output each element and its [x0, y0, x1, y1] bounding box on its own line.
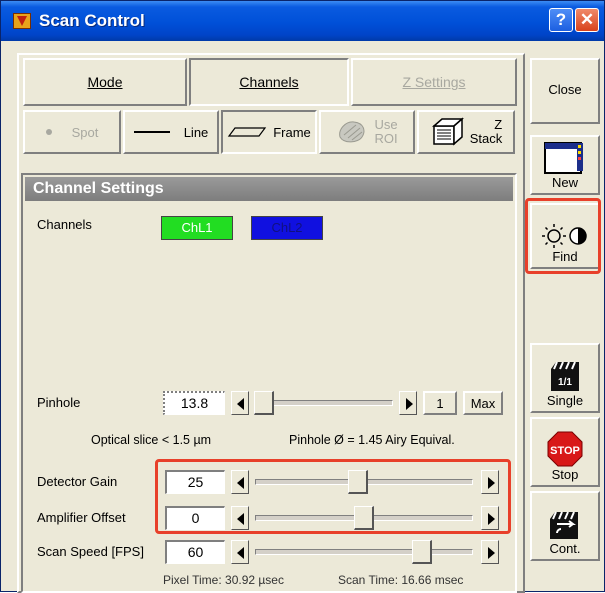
- detector-gain-decrease-arrow[interactable]: [231, 470, 249, 494]
- frame-button[interactable]: Frame: [221, 110, 317, 154]
- amplifier-offset-decrease-arrow[interactable]: [231, 506, 249, 530]
- scan-speed-label: Scan Speed [FPS]: [37, 544, 144, 559]
- amplifier-offset-slider-track[interactable]: [251, 506, 477, 530]
- scan-control-window: Scan Control ? ✕ Mode Channels Z Setting…: [0, 0, 605, 593]
- stop-sign-icon-text: STOP: [550, 445, 580, 457]
- window-title: Scan Control: [39, 11, 145, 30]
- cont-label: Cont.: [549, 541, 581, 556]
- brightness-contrast-icon: [542, 224, 587, 248]
- tab-mode-label: Mode: [87, 74, 123, 90]
- pinhole-slider-thumb[interactable]: [254, 391, 274, 415]
- detector-gain-slider-track[interactable]: [251, 470, 477, 494]
- use-roi-label: Use ROI: [374, 117, 398, 146]
- amplifier-offset-field[interactable]: 0: [165, 506, 225, 530]
- line-label: Line: [183, 124, 209, 140]
- window-close-button[interactable]: ✕: [575, 8, 599, 32]
- pinhole-increase-arrow[interactable]: [399, 391, 417, 415]
- single-scan-icon-text: 1/1: [558, 377, 572, 388]
- cont-button[interactable]: Cont.: [530, 491, 600, 561]
- pinhole-step-button[interactable]: 1: [423, 391, 457, 415]
- optical-slice-text: Optical slice < 1.5 µm: [91, 433, 212, 447]
- amplifier-offset-increase-arrow[interactable]: [481, 506, 499, 530]
- spot-button[interactable]: Spot: [23, 110, 121, 154]
- continuous-scan-icon: [550, 511, 578, 539]
- detector-gain-field[interactable]: 25: [165, 470, 225, 494]
- z-stack-button[interactable]: Z Stack: [417, 110, 515, 154]
- z-stack-icon: [431, 117, 464, 146]
- scan-speed-decrease-arrow[interactable]: [231, 540, 249, 564]
- find-label: Find: [552, 249, 578, 264]
- roi-icon: [339, 121, 365, 143]
- use-roi-button[interactable]: Use ROI: [319, 110, 415, 154]
- channel-button-chl2[interactable]: ChL2: [251, 216, 323, 240]
- pinhole-decrease-arrow[interactable]: [231, 391, 249, 415]
- detector-gain-slider-thumb[interactable]: [348, 470, 368, 494]
- scan-time-text: Scan Time: 16.66 msec: [338, 573, 464, 587]
- app-logo-icon: [13, 13, 31, 29]
- scan-speed-slider-thumb[interactable]: [412, 540, 432, 564]
- tab-channels-label: Channels: [239, 74, 299, 90]
- z-stack-label: Z Stack: [469, 117, 503, 146]
- new-button[interactable]: New: [530, 135, 600, 195]
- frame-icon: [228, 127, 267, 137]
- line-icon: [133, 131, 170, 133]
- channel-button-chl1[interactable]: ChL1: [161, 216, 233, 240]
- amplifier-offset-label: Amplifier Offset: [37, 510, 126, 525]
- close-label: Close: [548, 82, 582, 97]
- pinhole-label: Pinhole: [37, 395, 81, 410]
- stop-button[interactable]: STOP Stop: [530, 417, 600, 487]
- help-button[interactable]: ?: [549, 8, 573, 32]
- stop-sign-icon: STOP: [547, 431, 583, 467]
- tab-z-settings[interactable]: Z Settings: [351, 58, 517, 106]
- amplifier-offset-slider-thumb[interactable]: [354, 506, 374, 530]
- scan-speed-slider-track[interactable]: [251, 540, 477, 564]
- tab-channels[interactable]: Channels: [189, 58, 349, 106]
- pinhole-max-button[interactable]: Max: [463, 391, 503, 415]
- pinhole-slider-track[interactable]: [251, 391, 397, 415]
- find-button[interactable]: Find: [530, 203, 600, 269]
- scan-speed-field[interactable]: 60: [165, 540, 225, 564]
- line-button[interactable]: Line: [123, 110, 219, 154]
- detector-gain-label: Detector Gain: [37, 474, 118, 489]
- new-label: New: [551, 175, 578, 190]
- pixel-time-text: Pixel Time: 30.92 µsec: [163, 573, 284, 587]
- single-scan-icon: 1/1: [551, 361, 579, 391]
- spot-label: Spot: [71, 124, 99, 140]
- channels-label: Channels: [37, 217, 92, 232]
- channel-settings-header: Channel Settings: [25, 177, 513, 201]
- spot-icon: [45, 129, 52, 135]
- single-button[interactable]: 1/1 Single: [530, 343, 600, 413]
- new-image-icon: [544, 142, 583, 174]
- tab-mode[interactable]: Mode: [23, 58, 187, 106]
- pinhole-value-field[interactable]: 13.8: [163, 391, 225, 415]
- title-bar: Scan Control ? ✕: [1, 1, 604, 41]
- scan-speed-increase-arrow[interactable]: [481, 540, 499, 564]
- stop-label: Stop: [551, 467, 579, 482]
- tab-z-settings-label: Z Settings: [402, 74, 466, 90]
- pinhole-diameter-text: Pinhole Ø = 1.45 Airy Equival.: [289, 433, 455, 447]
- frame-label: Frame: [273, 124, 311, 140]
- single-label: Single: [546, 393, 584, 408]
- detector-gain-increase-arrow[interactable]: [481, 470, 499, 494]
- close-button[interactable]: Close: [530, 58, 600, 124]
